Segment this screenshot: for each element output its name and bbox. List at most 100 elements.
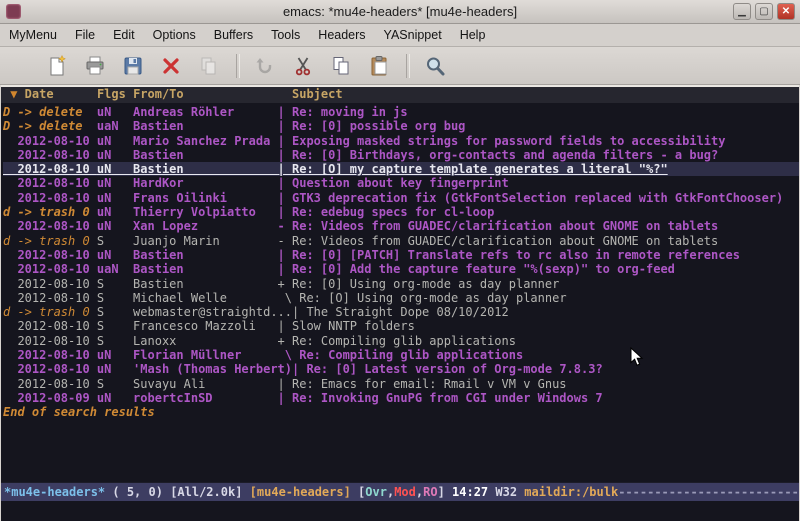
field-subject: Slow NNTP folders bbox=[292, 319, 415, 333]
field-from: HardKor bbox=[133, 176, 278, 190]
message-row[interactable]: d -> trash 0 S Juanjo Marin - Re: Videos… bbox=[3, 234, 799, 248]
field-subject: Re: edebug specs for cl-loop bbox=[292, 205, 494, 219]
message-row[interactable]: 2012-08-10 S Lanoxx + Re: Compiling glib… bbox=[3, 334, 799, 348]
menu-yasnippet[interactable]: YASnippet bbox=[375, 25, 451, 46]
field-date-mark: 2012-08-10 bbox=[3, 148, 97, 162]
message-row[interactable]: 2012-08-10 uN Florian Müllner \ Re: Comp… bbox=[3, 348, 799, 362]
field-thread-char: | bbox=[278, 391, 292, 405]
field-date-mark: 2012-08-10 bbox=[3, 319, 97, 333]
message-row[interactable]: 2012-08-10 uaN Bastien | Re: [0] Add the… bbox=[3, 262, 799, 276]
message-row[interactable]: 2012-08-10 S Bastien + Re: [0] Using org… bbox=[3, 277, 799, 291]
message-row[interactable]: d -> trash 0 uN Thierry Volpiatto | Re: … bbox=[3, 205, 799, 219]
field-flags: S bbox=[97, 277, 133, 291]
field-date-mark: 2012-08-10 bbox=[3, 176, 97, 190]
menu-headers[interactable]: Headers bbox=[309, 25, 374, 46]
field-subject: Re: [0] Birthdays, org-contacts and agen… bbox=[292, 148, 718, 162]
field-date-mark: 2012-08-10 bbox=[3, 334, 97, 348]
field-from: Bastien bbox=[133, 262, 278, 276]
field-date-mark: 2012-08-09 bbox=[3, 391, 97, 405]
header-segment: Date bbox=[17, 87, 96, 101]
field-flags: S bbox=[97, 319, 133, 333]
message-row[interactable]: 2012-08-10 uN Xan Lopez - Re: Videos fro… bbox=[3, 219, 799, 233]
save-icon[interactable] bbox=[118, 51, 148, 81]
modeline-mode: [mu4e-headers] bbox=[250, 485, 351, 499]
field-from: Frans Oilinki bbox=[133, 191, 278, 205]
modeline-dashes: ---------------------------- bbox=[618, 485, 799, 499]
maximize-button[interactable]: ▢ bbox=[755, 3, 773, 20]
menu-help[interactable]: Help bbox=[451, 25, 495, 46]
field-thread-char: | bbox=[278, 162, 292, 176]
modeline-time: 14:27 bbox=[452, 485, 488, 499]
message-row[interactable]: 2012-08-10 uN Mario Sanchez Prada | Expo… bbox=[3, 134, 799, 148]
menu-buffers[interactable]: Buffers bbox=[205, 25, 262, 46]
message-row[interactable]: 2012-08-10 S Suvayu Ali | Re: Emacs for … bbox=[3, 377, 799, 391]
field-subject: Re: Compiling glib applications bbox=[292, 334, 516, 348]
field-flags: uaN bbox=[97, 119, 133, 133]
menu-bar: MyMenuFileEditOptionsBuffersToolsHeaders… bbox=[0, 24, 800, 47]
message-row[interactable]: 2012-08-10 uN Bastien | Re: [0] [PATCH] … bbox=[3, 248, 799, 262]
field-subject: Re: [0] Add the capture feature "%(sexp)… bbox=[292, 262, 675, 276]
field-flags: uN bbox=[97, 219, 133, 233]
message-row[interactable]: 2012-08-09 uN robertcInSD | Re: Invoking… bbox=[3, 391, 799, 405]
field-date-mark: 2012-08-10 bbox=[3, 362, 97, 376]
message-row[interactable]: 2012-08-10 S Francesco Mazzoli | Slow NN… bbox=[3, 319, 799, 333]
field-thread-char: | bbox=[278, 248, 292, 262]
cut-icon[interactable] bbox=[288, 51, 318, 81]
message-row[interactable]: 2012-08-10 uN HardKor | Question about k… bbox=[3, 176, 799, 190]
message-row[interactable]: 2012-08-10 S Michael Welle \ Re: [O] Usi… bbox=[3, 291, 799, 305]
end-of-results: End of search results bbox=[3, 405, 799, 419]
field-date-mark: 2012-08-10 bbox=[3, 377, 97, 391]
window-controls: ▁ ▢ ✕ bbox=[733, 3, 795, 20]
field-from: Florian Müllner bbox=[133, 348, 278, 362]
message-row[interactable]: D -> delete uaN Bastien | Re: [0] possib… bbox=[3, 119, 799, 133]
field-flags: uN bbox=[97, 148, 133, 162]
close-button[interactable]: ✕ bbox=[777, 3, 795, 20]
open-file-icon[interactable] bbox=[80, 51, 110, 81]
modeline-ro: RO bbox=[423, 485, 437, 499]
field-subject: Re: Compiling glib applications bbox=[299, 348, 523, 362]
message-row[interactable]: 2012-08-10 uN Frans Oilinki | GTK3 depre… bbox=[3, 191, 799, 205]
field-date-mark: 2012-08-10 bbox=[3, 134, 97, 148]
field-from: Francesco Mazzoli bbox=[133, 319, 278, 333]
copy-icon[interactable] bbox=[326, 51, 356, 81]
field-from: Bastien bbox=[133, 119, 278, 133]
menu-tools[interactable]: Tools bbox=[262, 25, 309, 46]
field-thread-char: | bbox=[292, 362, 306, 376]
field-flags: uN bbox=[97, 205, 133, 219]
field-date-mark: 2012-08-10 bbox=[3, 219, 97, 233]
menu-edit[interactable]: Edit bbox=[104, 25, 144, 46]
menu-options[interactable]: Options bbox=[144, 25, 205, 46]
minimize-button[interactable]: ▁ bbox=[733, 3, 751, 20]
headers-buffer[interactable]: D -> delete uN Andreas Röhler | Re: movi… bbox=[1, 103, 799, 482]
field-date-mark: 2012-08-10 bbox=[3, 262, 97, 276]
message-row[interactable]: D -> delete uN Andreas Röhler | Re: movi… bbox=[3, 105, 799, 119]
message-row[interactable]: d -> trash 0 S webmaster@straightd...| T… bbox=[3, 305, 799, 319]
message-row[interactable]: 2012-08-10 uN Bastien | Re: [O] my captu… bbox=[3, 162, 799, 176]
field-date-mark: d -> trash 0 bbox=[3, 234, 97, 248]
menu-mymenu[interactable]: MyMenu bbox=[0, 25, 66, 46]
header-segment: Flgs bbox=[97, 87, 133, 101]
kill-buffer-icon[interactable] bbox=[156, 51, 186, 81]
new-file-icon[interactable] bbox=[42, 51, 72, 81]
field-date-mark: D -> delete bbox=[3, 119, 97, 133]
field-from: Bastien bbox=[133, 148, 278, 162]
search-icon[interactable] bbox=[420, 51, 450, 81]
menu-file[interactable]: File bbox=[66, 25, 104, 46]
field-flags: uN bbox=[97, 248, 133, 262]
title-bar[interactable]: emacs: *mu4e-headers* [mu4e-headers] ▁ ▢… bbox=[0, 0, 800, 24]
field-subject: Re: [0] Latest version of Org-mode 7.8.3… bbox=[306, 362, 602, 376]
message-row[interactable]: 2012-08-10 uN 'Mash (Thomas Herbert)| Re… bbox=[3, 362, 799, 376]
header-line: ▼ Date Flgs From/To Subject bbox=[1, 85, 799, 103]
paste-icon[interactable] bbox=[364, 51, 394, 81]
field-flags: uN bbox=[97, 348, 133, 362]
field-thread-char: + bbox=[278, 277, 292, 291]
field-from: Bastien bbox=[133, 162, 278, 176]
field-thread-char: | bbox=[278, 119, 292, 133]
modeline-plain: W32 bbox=[488, 485, 524, 499]
field-thread-char: | bbox=[278, 176, 292, 190]
field-flags: uN bbox=[97, 162, 133, 176]
echo-area[interactable] bbox=[1, 501, 799, 521]
field-date-mark: d -> trash 0 bbox=[3, 305, 97, 319]
message-row[interactable]: 2012-08-10 uN Bastien | Re: [0] Birthday… bbox=[3, 148, 799, 162]
field-subject: Re: Videos from GUADEC/clarification abo… bbox=[292, 234, 718, 248]
